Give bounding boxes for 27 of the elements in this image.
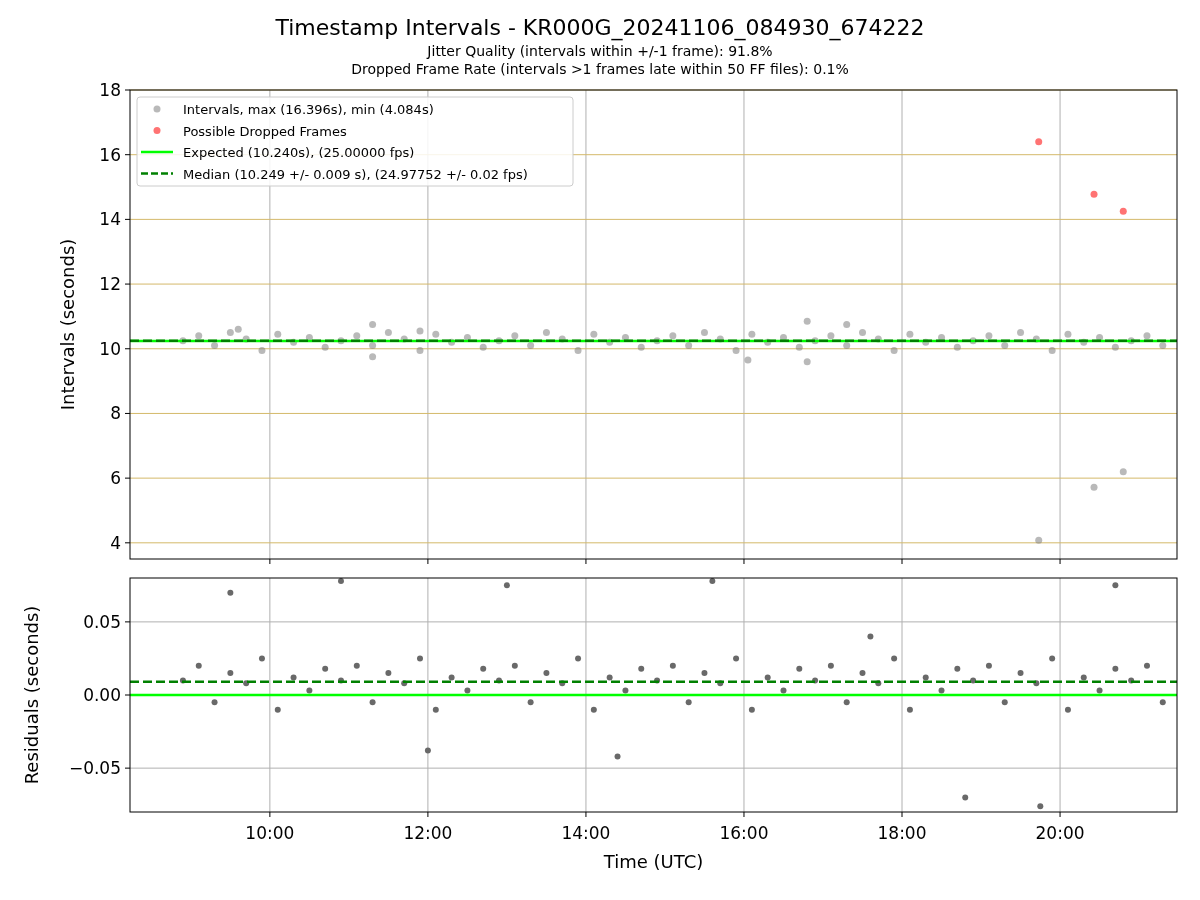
chart-subtitle: Jitter Quality (intervals within +/-1 frame): 91.8%	[427, 42, 773, 60]
legend-label: Possible Dropped Frames	[183, 123, 347, 139]
legend-label: Median (10.249 +/- 0.009 s), (24.97752 +/- 0.02 fps)	[183, 166, 528, 182]
axis-label: Residuals (seconds)	[21, 605, 42, 785]
axis-label: Intervals (seconds)	[57, 238, 78, 411]
tick-label: 18:00	[877, 823, 927, 843]
tick-label: 16:00	[719, 823, 769, 843]
tick-label: 14	[99, 209, 121, 230]
tick-label: 20:00	[1035, 823, 1085, 843]
tick-label: 0.00	[83, 685, 121, 705]
tick-label: −0.05	[68, 758, 121, 779]
tick-label: 12	[99, 274, 121, 295]
legend-label: Expected (10.240s), (25.00000 fps)	[183, 145, 415, 160]
chart-title: Timestamp Intervals - KR000G_20241106_084930_674222	[275, 14, 925, 42]
tick-label: 10	[99, 338, 121, 359]
axis-label: Time (UTC)	[603, 851, 704, 872]
legend-label: Intervals, max (16.396s), min (4.084s)	[183, 102, 434, 117]
tick-label: 6	[110, 468, 121, 489]
chart-subtitle: Dropped Frame Rate (intervals >1 frames late within 50 FF files): 0.1%	[351, 60, 849, 78]
tick-label: 10:00	[245, 823, 295, 843]
tick-label: 16	[99, 144, 121, 165]
tick-label: 12:00	[403, 823, 453, 843]
tick-label: 14:00	[561, 823, 611, 843]
tick-label: 8	[110, 403, 121, 424]
tick-label: 4	[110, 532, 121, 553]
tick-label: 18	[99, 80, 121, 100]
tick-label: 0.05	[83, 611, 121, 632]
